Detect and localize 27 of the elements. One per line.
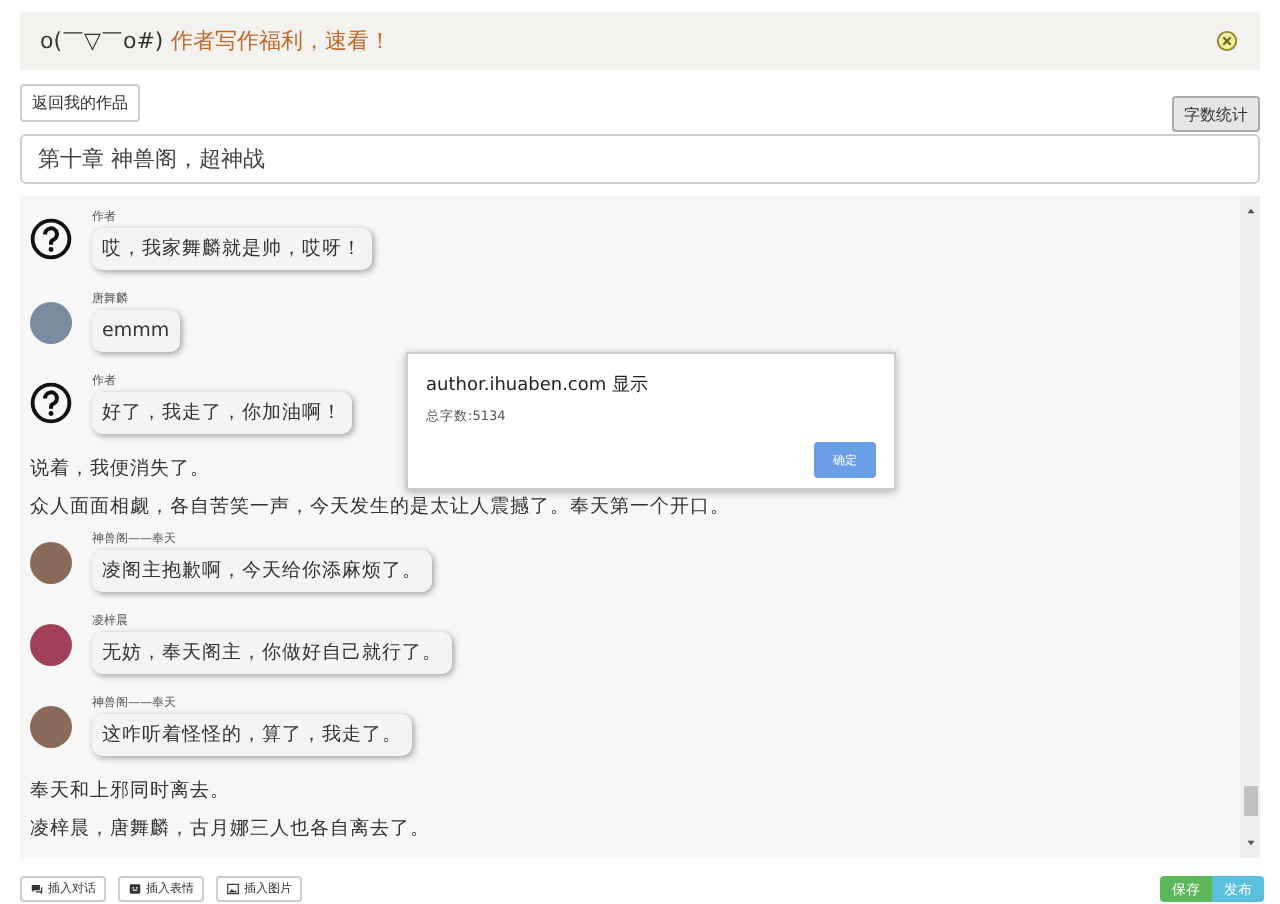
question-mark-icon [30, 218, 72, 260]
scrollbar-thumb[interactable] [1243, 786, 1257, 816]
narration-text: 奉天和上邪同时离去。 [30, 778, 230, 806]
chapter-title-field[interactable]: 第十章 神兽阁，超神战 [20, 134, 1260, 184]
narration-text: 凌梓晨，唐舞麟，古月娜三人也各自离去了。 [30, 816, 430, 844]
question-mark-icon [30, 382, 72, 424]
picture-icon [226, 882, 240, 896]
close-icon [1216, 29, 1238, 51]
alert-title: author.ihuaben.com 显示 [426, 373, 651, 398]
scroll-up-icon [1243, 204, 1257, 218]
back-button[interactable]: 返回我的作品 [20, 84, 140, 122]
narration-text: 众人面面相觑，各自苦笑一声，今天发生的是太让人震撼了。奉天第一个开口。 [30, 494, 730, 522]
close-button[interactable] [1216, 29, 1240, 53]
speech-bubble: 这咋听着怪怪的，算了，我走了。 [92, 714, 412, 756]
speech-bubble: emmm [92, 310, 180, 352]
chat-icon [30, 882, 44, 896]
smiley-icon [128, 882, 142, 896]
notice-link[interactable]: 作者写作福利，速看！ [171, 26, 392, 56]
speech-bubble: 凌阁主抱歉啊，今天给你添麻烦了。 [92, 550, 432, 592]
scroll-down-icon [1243, 836, 1257, 850]
scrollbar[interactable] [1240, 196, 1260, 858]
speech-bubble: 好了，我走了，你加油啊！ [92, 392, 352, 434]
word-count-button[interactable]: 字数统计 [1172, 96, 1260, 132]
speech-bubble: 哎，我家舞麟就是帅，哎呀！ [92, 228, 372, 270]
narration-text: 说着，我便消失了。 [30, 456, 210, 484]
speech-bubble: 无妨，奉天阁主，你做好自己就行了。 [92, 632, 452, 674]
emoticon: o(￣▽￣o#) [40, 26, 164, 56]
